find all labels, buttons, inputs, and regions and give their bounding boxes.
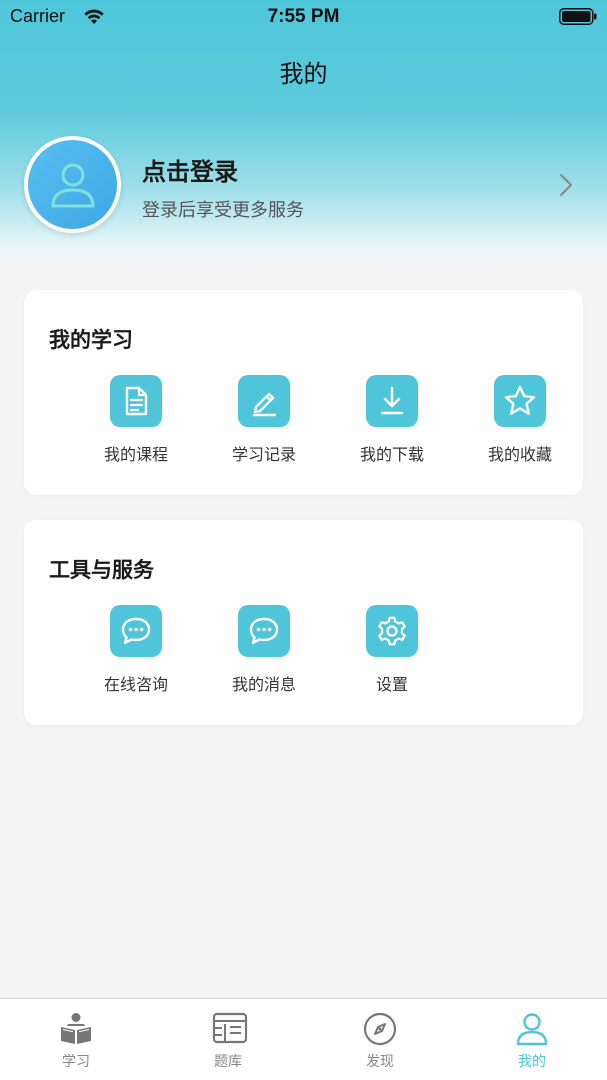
question-bank-icon [212,1012,248,1044]
compass-icon [363,1012,397,1046]
document-icon [125,386,148,416]
status-bar: Carrier 7:55 PM [0,0,607,34]
my-favorites-button[interactable]: 我的收藏 [456,375,584,475]
tools-card: 工具与服务 在线咨询 我的消息 设置 [24,520,583,725]
study-record-button[interactable]: 学习记录 [200,375,328,475]
icon-box [110,605,162,657]
chat-bubble-icon [121,617,151,645]
my-downloads-button[interactable]: 我的下载 [328,375,456,475]
page-title: 我的 [279,60,328,88]
learning-card-title: 我的学习 [49,328,133,352]
clock: 7:55 PM [267,6,340,27]
tab-study[interactable]: 学习 [0,999,152,1080]
icon-box [238,375,290,427]
tab-discover[interactable]: 发现 [304,999,456,1080]
tab-label: 我的 [518,1054,546,1070]
icon-box [366,605,418,657]
login-row[interactable]: 点击登录 登录后享受更多服务 [24,136,584,236]
item-label: 在线咨询 [103,675,168,694]
settings-button[interactable]: 设置 [328,605,456,705]
reader-book-icon [61,1013,91,1044]
item-label: 我的收藏 [487,445,552,464]
icon-box [494,375,546,427]
chevron-right-icon[interactable] [558,172,574,198]
icon-box [238,605,290,657]
tools-card-title: 工具与服务 [49,558,154,582]
item-label: 我的消息 [231,675,296,694]
learning-card: 我的学习 我的课程 学习记录 我的下载 我的收藏 [24,290,583,495]
tab-label: 学习 [62,1054,90,1070]
tab-label: 发现 [366,1054,394,1070]
profile-screen: Carrier 7:55 PM 我的 点击登录 登录后享受更多服务 我的学习 我… [0,0,607,1080]
tools-grid: 在线咨询 我的消息 设置 [48,605,560,705]
icon-box [110,375,162,427]
download-icon [380,386,404,415]
user-icon [516,1013,548,1046]
tab-label: 题库 [214,1054,242,1070]
star-icon [504,385,536,415]
login-subtitle: 登录后享受更多服务 [142,200,304,221]
my-courses-button[interactable]: 我的课程 [72,375,200,475]
tab-question-bank[interactable]: 题库 [152,999,304,1080]
item-label: 设置 [375,675,408,694]
item-label: 我的课程 [103,445,168,464]
item-label: 学习记录 [231,445,296,464]
tab-bar: 学习 题库 发现 我的 [0,998,607,1080]
pencil-icon [252,392,277,417]
my-messages-button[interactable]: 我的消息 [200,605,328,705]
avatar[interactable] [24,136,121,233]
icon-box [366,375,418,427]
battery-icon [559,8,597,25]
learning-grid: 我的课程 学习记录 我的下载 我的收藏 [48,375,560,475]
tab-mine[interactable]: 我的 [456,999,607,1080]
gear-icon [378,616,406,646]
login-title[interactable]: 点击登录 [142,152,238,187]
message-icon [249,617,279,645]
user-avatar-icon [51,163,95,208]
online-consult-button[interactable]: 在线咨询 [72,605,200,705]
item-label: 我的下载 [359,445,424,464]
